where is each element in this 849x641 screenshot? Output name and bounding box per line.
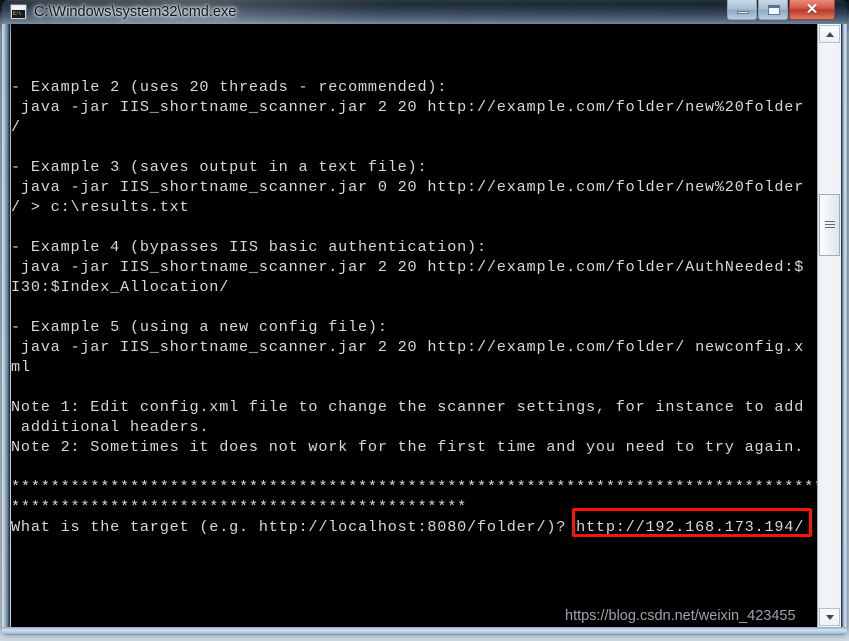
maximize-button[interactable] xyxy=(758,0,788,20)
window-bottom-border xyxy=(2,627,847,635)
scroll-down-arrow-icon xyxy=(826,615,834,620)
console-line: additional headers. xyxy=(11,418,210,436)
console-line: java -jar IIS_shortname_scanner.jar 2 20… xyxy=(11,338,805,356)
console-line: I30:$Index_Allocation/ xyxy=(11,278,230,296)
vertical-scrollbar[interactable] xyxy=(817,24,841,627)
console-line: - Example 5 (using a new config file): xyxy=(11,318,388,336)
cmd-window: C:\ C:\Windows\system32\cmd.exe ✕ - Exam… xyxy=(2,0,847,633)
scroll-up-arrow-icon xyxy=(826,32,834,37)
window-titlebar[interactable]: C:\ C:\Windows\system32\cmd.exe ✕ xyxy=(2,0,847,24)
screenshot-root: IIS ShortName Scanner chapter C:\ C:\Win… xyxy=(0,0,849,641)
console-line: ml xyxy=(11,358,31,376)
scroll-up-button[interactable] xyxy=(819,25,840,43)
cmd-icon[interactable]: C:\ xyxy=(10,4,27,20)
scrollbar-grip-icon xyxy=(825,221,835,230)
console-line: / > c:\results.txt xyxy=(11,198,190,216)
console-line: ****************************************… xyxy=(11,498,468,516)
console-line: Note 1: Edit config.xml file to change t… xyxy=(11,398,805,416)
watermark-text: https://blog.csdn.net/weixin_423455 xyxy=(565,608,796,624)
console-line: - Example 3 (saves output in a text file… xyxy=(11,158,428,176)
console-line: - Example 4 (bypasses IIS basic authenti… xyxy=(11,238,487,256)
console-line: java -jar IIS_shortname_scanner.jar 2 20… xyxy=(11,258,805,276)
window-right-border xyxy=(841,24,847,627)
console-line: java -jar IIS_shortname_scanner.jar 2 20… xyxy=(11,98,805,116)
cmd-icon-body: C:\ xyxy=(12,10,25,18)
console-line: ****************************************… xyxy=(11,478,817,496)
console-line: java -jar IIS_shortname_scanner.jar 0 20… xyxy=(11,178,805,196)
console-line: / xyxy=(11,118,21,136)
window-left-border xyxy=(2,24,10,627)
maximize-icon xyxy=(768,5,780,15)
console-text: - Example 2 (uses 20 threads - recommend… xyxy=(11,57,817,537)
minimize-icon xyxy=(737,11,749,14)
console-line: - Example 2 (uses 20 threads - recommend… xyxy=(11,78,448,96)
scroll-down-button[interactable] xyxy=(819,608,840,626)
console-line: What is the target (e.g. http://localhos… xyxy=(11,518,805,536)
console-output-area[interactable]: - Example 2 (uses 20 threads - recommend… xyxy=(11,24,817,627)
minimize-button[interactable] xyxy=(727,0,757,20)
caption-buttons: ✕ xyxy=(727,0,835,22)
close-icon: ✕ xyxy=(805,1,819,18)
console-line: Note 2: Sometimes it does not work for t… xyxy=(11,438,805,456)
window-title: C:\Windows\system32\cmd.exe xyxy=(34,4,237,20)
close-button[interactable]: ✕ xyxy=(789,0,835,20)
scrollbar-thumb[interactable] xyxy=(819,194,840,256)
